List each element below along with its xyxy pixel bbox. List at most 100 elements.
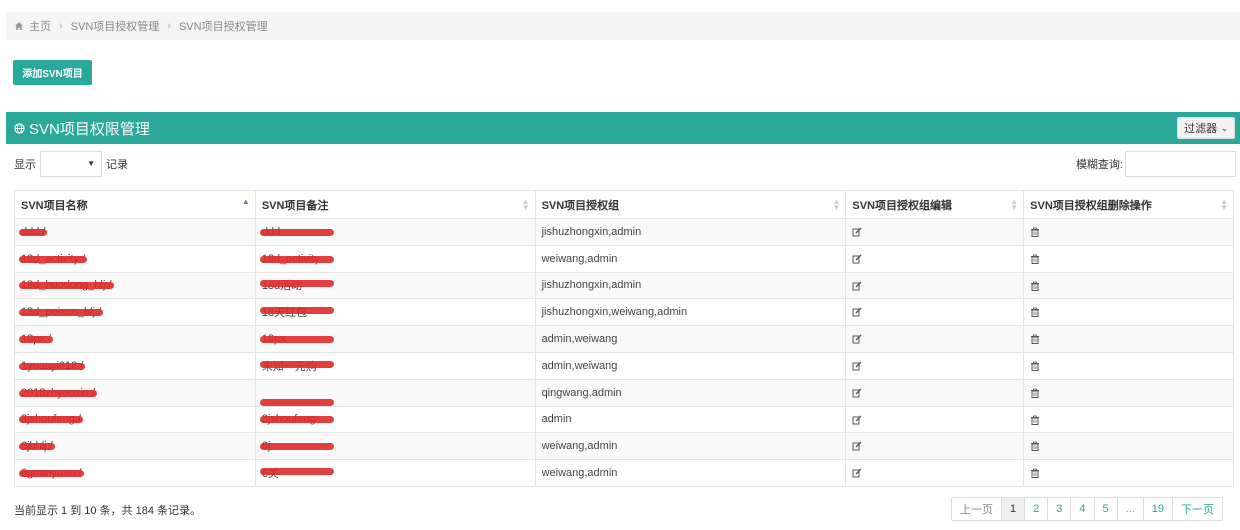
trash-icon[interactable] bbox=[1030, 227, 1040, 237]
page-button-19[interactable]: 19 bbox=[1143, 498, 1174, 520]
column-header-edit[interactable]: SVN项目授权组编辑 ▲ ▼ bbox=[845, 190, 1025, 219]
table-row: 18px:/18pxadmin,weiwang bbox=[14, 325, 1234, 353]
page-length-select[interactable]: ▼ bbox=[40, 151, 102, 177]
page-ellipsis: ... bbox=[1117, 498, 1144, 520]
cell-project-name: 3jshoufeng:/ bbox=[14, 405, 256, 434]
cell-project-note: 18d活动 bbox=[254, 271, 536, 300]
edit-icon[interactable] bbox=[852, 334, 862, 344]
search-input[interactable] bbox=[1125, 151, 1236, 177]
sort-icon: ▲ ▼ bbox=[832, 197, 841, 212]
add-svn-project-button[interactable]: 添加SVN项目 bbox=[13, 60, 92, 85]
page-button-2[interactable]: 2 bbox=[1025, 498, 1049, 520]
breadcrumb-separator: › bbox=[59, 20, 63, 32]
cell-delete bbox=[1023, 459, 1234, 487]
cell-delete bbox=[1023, 218, 1234, 246]
cell-project-groups: jishuzhongxin,admin bbox=[534, 218, 847, 246]
cell-edit bbox=[845, 405, 1025, 434]
cell-edit bbox=[845, 244, 1025, 273]
page-button-3[interactable]: 3 bbox=[1048, 498, 1072, 520]
edit-icon[interactable] bbox=[852, 281, 862, 291]
trash-icon[interactable] bbox=[1030, 441, 1040, 452]
search-control: 模糊查询: bbox=[1076, 151, 1236, 177]
trash-icon[interactable] bbox=[1030, 415, 1040, 425]
cell-edit bbox=[845, 351, 1025, 380]
cell-edit bbox=[845, 271, 1025, 300]
breadcrumb-level2: SVN项目授权管理 bbox=[178, 21, 268, 33]
cell-project-note: 6关 bbox=[254, 459, 536, 487]
cell-delete bbox=[1023, 325, 1234, 353]
cell-edit bbox=[845, 218, 1025, 246]
panel-header: SVN项目权限管理 过滤器 ⌄ bbox=[6, 112, 1240, 144]
sort-asc-icon: ▲ bbox=[241, 197, 250, 206]
table-row: 2018zhyouxin:/ qingwang,admin bbox=[14, 378, 1234, 407]
panel-title: SVN项目权限管理 bbox=[29, 120, 150, 138]
length-suffix: 记录 bbox=[106, 159, 128, 171]
trash-icon[interactable] bbox=[1030, 307, 1040, 318]
redaction-mark bbox=[259, 336, 334, 344]
cell-project-note: 18d_activity bbox=[254, 244, 536, 273]
trash-icon[interactable] bbox=[1030, 361, 1040, 371]
cell-edit bbox=[845, 298, 1025, 327]
redaction-mark bbox=[19, 362, 86, 370]
prev-page-button[interactable]: 上一页 bbox=[952, 498, 1002, 520]
cell-project-name: ddd:/ bbox=[14, 218, 256, 246]
cell-project-groups: weiwang,admin bbox=[534, 459, 847, 487]
redaction-mark bbox=[259, 398, 334, 406]
edit-icon[interactable] bbox=[852, 361, 862, 371]
redaction-mark bbox=[259, 360, 334, 368]
cell-project-note: ddd bbox=[254, 218, 536, 246]
sort-icon: ▲ ▼ bbox=[1220, 197, 1228, 212]
cell-delete bbox=[1023, 351, 1234, 380]
sort-icon: ▲ ▼ bbox=[1010, 197, 1019, 212]
page-length-control: 显示 ▼ 记录 bbox=[14, 151, 128, 177]
cell-project-name: 18d_huodong_hlj:/ bbox=[14, 271, 256, 300]
trash-icon[interactable] bbox=[1030, 281, 1040, 291]
edit-icon[interactable] bbox=[852, 441, 862, 451]
edit-icon[interactable] bbox=[852, 227, 862, 237]
trash-icon[interactable] bbox=[1030, 468, 1040, 479]
page-button-5[interactable]: 5 bbox=[1094, 498, 1118, 520]
next-page-button[interactable]: 下一页 bbox=[1173, 498, 1223, 520]
chevron-down-icon: ⌄ bbox=[1221, 123, 1228, 133]
cell-project-groups: admin bbox=[534, 405, 847, 434]
filter-button[interactable]: 过滤器 ⌄ bbox=[1177, 117, 1235, 139]
cell-project-groups: admin,weiwang bbox=[534, 325, 847, 353]
breadcrumb-home[interactable]: 主页 bbox=[29, 18, 51, 34]
trash-icon[interactable] bbox=[1030, 388, 1040, 398]
cell-project-groups: jishuzhongxin,admin bbox=[534, 271, 847, 300]
cell-project-note bbox=[254, 378, 536, 407]
column-header-note[interactable]: SVN项目备注 ▲ ▼ bbox=[254, 190, 536, 219]
redaction-mark bbox=[19, 228, 48, 236]
redaction-mark bbox=[259, 307, 334, 315]
cell-delete bbox=[1023, 405, 1234, 434]
page-button-4[interactable]: 4 bbox=[1071, 498, 1095, 520]
cell-edit bbox=[845, 459, 1025, 487]
trash-icon[interactable] bbox=[1030, 334, 1040, 345]
breadcrumb-level1[interactable]: SVN项目授权管理 bbox=[71, 18, 160, 34]
breadcrumb: 主页 › SVN项目授权管理 › SVN项目授权管理 bbox=[6, 12, 1240, 40]
cell-delete bbox=[1023, 244, 1234, 273]
redaction-mark bbox=[259, 255, 334, 263]
column-header-name[interactable]: SVN项目名称 ▲ bbox=[14, 190, 256, 219]
edit-icon[interactable] bbox=[852, 307, 862, 317]
cell-project-groups: jishuzhongxin,weiwang,admin bbox=[534, 298, 847, 327]
trash-icon[interactable] bbox=[1030, 254, 1040, 264]
column-header-groups[interactable]: SVN项目授权组 ▲ ▼ bbox=[534, 190, 847, 219]
cell-project-name: 18px:/ bbox=[14, 325, 256, 353]
redaction-mark bbox=[259, 443, 334, 451]
cell-delete bbox=[1023, 298, 1234, 327]
cell-project-name: 6jbhlj:/ bbox=[14, 432, 256, 461]
edit-icon[interactable] bbox=[852, 388, 862, 398]
project-table: SVN项目名称 ▲ SVN项目备注 ▲ ▼ SVN项目授权组 ▲ ▼ SVN项目授权组编辑… bbox=[14, 190, 1234, 487]
redaction-mark bbox=[19, 255, 88, 263]
caret-down-icon: ▼ bbox=[87, 159, 95, 168]
page-button-1[interactable]: 1 bbox=[1002, 498, 1026, 520]
edit-icon[interactable] bbox=[852, 254, 862, 264]
table-row: 6guanyuan:/6关weiwang,admin bbox=[14, 459, 1234, 487]
cell-project-note: 未知一元购 bbox=[254, 351, 536, 380]
edit-icon[interactable] bbox=[852, 415, 862, 425]
cell-project-name: 6guanyuan:/ bbox=[14, 459, 256, 487]
edit-icon[interactable] bbox=[852, 468, 862, 478]
redaction-mark bbox=[259, 468, 334, 476]
column-header-delete[interactable]: SVN项目授权组删除操作 ▲ ▼ bbox=[1023, 190, 1234, 219]
